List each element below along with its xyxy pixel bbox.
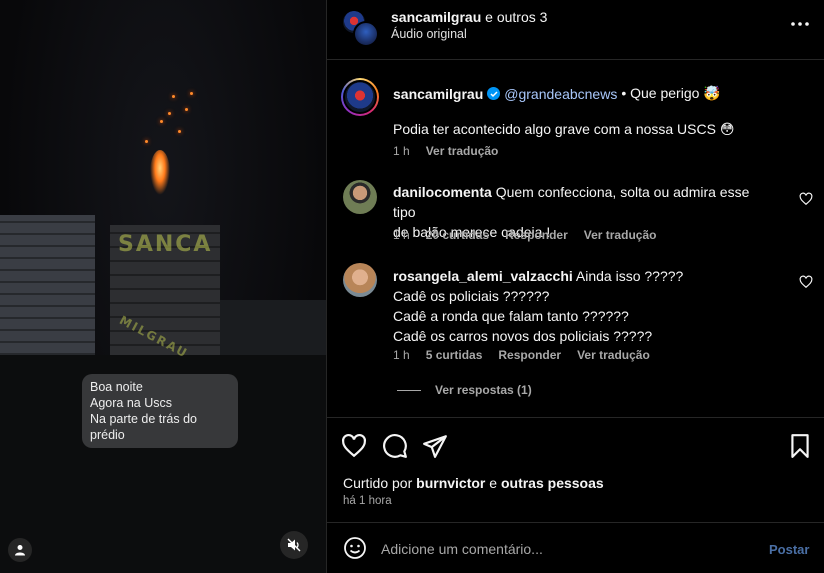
comment-bubble-icon[interactable] [382, 433, 408, 459]
mute-button[interactable] [280, 531, 308, 559]
author-username[interactable]: sancamilgrau [391, 9, 481, 25]
liked-by-user[interactable]: burnvictor [416, 475, 485, 491]
video-watermark: SANCA [118, 232, 213, 257]
share-send-icon[interactable] [422, 433, 448, 459]
collab-avatars[interactable] [341, 9, 379, 47]
like-comment-heart-icon[interactable] [799, 192, 813, 206]
like-comment-heart-icon[interactable] [799, 275, 813, 289]
verified-badge-icon [487, 87, 501, 100]
more-options-button[interactable] [789, 13, 811, 35]
emoji-icon[interactable] [343, 536, 367, 560]
post-time[interactable]: há 1 hora [343, 495, 392, 507]
like-heart-icon[interactable] [341, 433, 367, 459]
spark [168, 112, 171, 115]
comment-text: Ainda isso ????? [575, 268, 684, 284]
spark [190, 92, 193, 95]
avatar[interactable] [343, 180, 377, 214]
liked-by-others[interactable]: outras pessoas [501, 475, 604, 491]
comment-username[interactable]: danilocomenta [393, 184, 492, 200]
reply-button[interactable]: Responder [505, 228, 568, 242]
avatar[interactable] [343, 263, 377, 297]
comment-text: Cadê os policiais ?????? [393, 288, 550, 304]
video-caption-bubble: Boa noite Agora na Uscs Na parte de trás… [82, 374, 238, 448]
audio-link[interactable]: Áudio original [391, 27, 467, 41]
speaker-muted-icon [287, 538, 301, 552]
post-comment-button[interactable]: Postar [769, 542, 809, 557]
liked-by: Curtido por burnvictor e outras pessoas [343, 475, 604, 491]
post-actions: Curtido por burnvictor e outras pessoas … [327, 419, 824, 523]
replies-divider [397, 389, 421, 391]
comment-text: Cadê a ronda que falam tanto ?????? [393, 308, 629, 324]
comment-meta: 1 h 20 curtidas Responder Ver tradução [393, 228, 656, 242]
translate-link[interactable]: Ver tradução [426, 144, 499, 158]
reply-button[interactable]: Responder [498, 348, 561, 362]
translate-link[interactable]: Ver tradução [584, 228, 657, 242]
comment-likes[interactable]: 20 curtidas [426, 228, 489, 242]
view-replies-button[interactable]: Ver respostas (1) [397, 383, 532, 397]
fire-balloon [150, 150, 170, 195]
caption-text-2: Podia ter acontecido algo grave com a no… [393, 121, 735, 137]
caption-line: Na parte de trás do prédio [90, 412, 198, 442]
caption-time[interactable]: 1 h [393, 144, 410, 158]
spark [172, 95, 175, 98]
liked-by-prefix: Curtido por [343, 475, 413, 491]
building-left [0, 215, 95, 355]
person-icon [15, 545, 25, 556]
comment-time[interactable]: 1 h [393, 228, 410, 242]
video-player[interactable]: SANCA MILGRAU Boa noite Agora na Uscs Na… [0, 0, 326, 573]
add-comment-bar: Postar [327, 524, 824, 573]
translate-link[interactable]: Ver tradução [577, 348, 650, 362]
comment-text: Cadê os carros novos dos policiais ????? [393, 328, 653, 344]
post-header: sancamilgrau e outros 3 Áudio original [327, 0, 824, 60]
caption-meta: 1 h Ver tradução [393, 144, 498, 158]
more-horizontal-icon [791, 22, 809, 26]
comment-username[interactable]: rosangela_alemi_valzacchi [393, 268, 573, 284]
view-replies-label: Ver respostas (1) [435, 383, 532, 397]
avatar [353, 21, 379, 47]
spark [145, 140, 148, 143]
mention-link[interactable]: @grandeabcnews [504, 86, 617, 102]
comment-time[interactable]: 1 h [393, 348, 410, 362]
comments-section: sancamilgrau @grandeabcnews • Que perigo… [327, 61, 824, 418]
comment-body: rosangela_alemi_valzacchi Ainda isso ???… [393, 266, 773, 346]
tagged-users-button[interactable] [8, 538, 32, 562]
spark [160, 120, 163, 123]
building-right [220, 300, 326, 360]
bookmark-icon[interactable] [787, 433, 813, 459]
comment-input[interactable] [381, 537, 751, 561]
caption-username[interactable]: sancamilgrau [393, 86, 483, 102]
collab-others[interactable]: e outros 3 [485, 9, 547, 25]
caption-line: Agora na Uscs [90, 396, 172, 410]
liked-by-mid: e [489, 475, 498, 491]
comment-likes[interactable]: 5 curtidas [426, 348, 483, 362]
post-caption: sancamilgrau @grandeabcnews • Que perigo… [393, 85, 721, 102]
spark [185, 108, 188, 111]
comment-meta: 1 h 5 curtidas Responder Ver tradução [393, 348, 650, 362]
caption-text: • Que perigo 🤯 [621, 85, 721, 101]
avatar[interactable] [341, 78, 379, 116]
post-author[interactable]: sancamilgrau e outros 3 [391, 9, 547, 25]
spark [178, 130, 181, 133]
caption-line: Boa noite [90, 380, 143, 394]
post-panel: sancamilgrau e outros 3 Áudio original s… [326, 0, 824, 573]
